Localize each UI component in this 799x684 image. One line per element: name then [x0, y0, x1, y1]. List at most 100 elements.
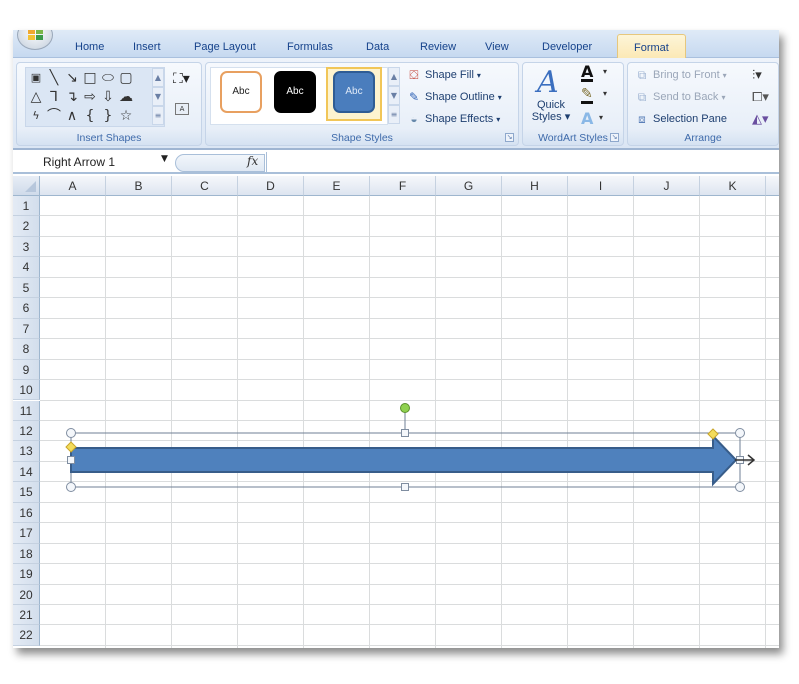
tab-format[interactable]: Format [617, 34, 686, 59]
shape-effects-button[interactable]: ◒ Shape Effects ▾ [406, 112, 500, 126]
tab-page-layout[interactable]: Page Layout [194, 41, 256, 53]
down-arrow-icon[interactable]: ⇩ [100, 89, 116, 105]
text-box-icon[interactable]: ▣ [28, 70, 44, 86]
styles-scroll-up[interactable]: ▲ [388, 67, 400, 86]
styles-more[interactable]: ≡ [388, 105, 400, 124]
triangle-icon[interactable]: △ [28, 89, 44, 105]
arc-icon[interactable]: ⌒ [46, 108, 62, 124]
text-fill-icon[interactable]: A [581, 64, 594, 82]
column-header-c[interactable]: C [172, 176, 238, 196]
rectangle-icon[interactable]: □ [82, 70, 98, 86]
row-header-14[interactable]: 14 [13, 461, 40, 483]
row-header-10[interactable]: 10 [13, 380, 40, 401]
align-icon[interactable]: ⫶▾ [752, 68, 762, 83]
shape-fill-button[interactable]: ⛋ Shape Fill ▾ [406, 68, 481, 82]
row-header-17[interactable]: 17 [13, 523, 40, 544]
row-header-22[interactable]: 22 [13, 625, 40, 646]
gallery-scroll-up[interactable]: ▲ [152, 68, 164, 87]
row-header-12[interactable]: 12 [13, 420, 40, 442]
name-box[interactable]: Right Arrow 1 [43, 155, 115, 169]
freeform-icon[interactable]: ϟ [28, 108, 44, 124]
column-header-h[interactable]: H [502, 176, 568, 196]
row-header-6[interactable]: 6 [13, 298, 40, 319]
row-header-7[interactable]: 7 [13, 318, 40, 340]
text-outline-icon[interactable]: ✎ [581, 87, 593, 104]
row-header-9[interactable]: 9 [13, 359, 40, 381]
row-header-13[interactable]: 13 [13, 441, 40, 462]
row-header-1[interactable]: 1 [13, 196, 40, 217]
column-header-d[interactable]: D [238, 176, 304, 196]
selection-pane-button[interactable]: ⧈ Selection Pane [634, 112, 727, 126]
column-header-g[interactable]: G [436, 176, 502, 196]
shape-outline-button[interactable]: ✎ Shape Outline ▾ [406, 90, 502, 104]
row-header-16[interactable]: 16 [13, 502, 40, 524]
style-swatch-blue[interactable]: Abc [333, 71, 375, 113]
star-icon[interactable]: ☆ [118, 108, 134, 124]
edit-points-icon[interactable]: ⛶▾ [173, 71, 190, 87]
left-brace-icon[interactable]: { [82, 108, 98, 124]
row-header-11[interactable]: 11 [13, 400, 40, 421]
tab-insert[interactable]: Insert [133, 41, 161, 53]
row-header-19[interactable]: 19 [13, 564, 40, 585]
group-icon[interactable]: ⧠▾ [752, 90, 769, 105]
column-header-f[interactable]: F [370, 176, 436, 196]
row-header-5[interactable]: 5 [13, 277, 40, 299]
row-header-2[interactable]: 2 [13, 216, 40, 237]
text-effects-dropdown[interactable]: ▾ [599, 113, 603, 122]
elbow-arrow-connector-icon[interactable]: ↴ [64, 89, 80, 105]
draw-text-box-icon[interactable]: A [175, 103, 189, 115]
wordart-styles-label: WordArt Styles [538, 132, 608, 144]
text-effects-icon[interactable]: A [581, 109, 593, 128]
row-header-20[interactable]: 20 [13, 584, 40, 605]
paint-bucket-icon: ⛋ [409, 68, 419, 82]
office-button[interactable] [17, 30, 53, 50]
line-icon[interactable]: ╲ [46, 70, 62, 86]
bring-to-front-button[interactable]: ⧉ Bring to Front ▾ [634, 68, 727, 82]
column-header-a[interactable]: A [40, 176, 106, 196]
row-header-21[interactable]: 21 [13, 605, 40, 626]
column-header-j[interactable]: J [634, 176, 700, 196]
tab-home[interactable]: Home [75, 41, 104, 53]
column-header-i[interactable]: I [568, 176, 634, 196]
tab-developer[interactable]: Developer [542, 41, 592, 53]
curve-icon[interactable]: ∧ [64, 108, 80, 124]
row-header-3[interactable]: 3 [13, 236, 40, 258]
gridline-horizontal [40, 215, 779, 217]
style-swatch-black[interactable]: Abc [274, 71, 316, 113]
arrow-line-icon[interactable]: ↘ [64, 70, 80, 86]
tab-review[interactable]: Review [420, 41, 456, 53]
send-to-back-button[interactable]: ⧉ Send to Back ▾ [634, 90, 726, 104]
gallery-scroll-down[interactable]: ▼ [152, 87, 164, 106]
rounded-rectangle-icon[interactable]: ▢ [118, 70, 134, 86]
right-brace-icon[interactable]: } [100, 108, 116, 124]
oval-icon[interactable]: ⬭ [100, 70, 116, 86]
column-header-b[interactable]: B [106, 176, 172, 196]
tab-view[interactable]: View [485, 41, 509, 53]
styles-scroll-down[interactable]: ▼ [388, 86, 400, 105]
cloud-callout-icon[interactable]: ☁ [118, 89, 134, 105]
name-box-dropdown-icon[interactable]: ▼ [161, 154, 168, 164]
gridline-vertical [699, 196, 700, 648]
quick-styles-button[interactable]: Quick Styles ▾ [531, 99, 571, 123]
row-header-15[interactable]: 15 [13, 482, 40, 503]
rotate-icon[interactable]: ◭▾ [752, 112, 769, 127]
tab-formulas[interactable]: Formulas [287, 41, 333, 53]
text-outline-dropdown[interactable]: ▾ [603, 89, 607, 98]
insert-function-button[interactable]: fx [247, 154, 258, 168]
select-all-button[interactable] [13, 176, 40, 196]
right-arrow-icon[interactable]: ⇨ [82, 89, 98, 105]
gallery-more[interactable]: ≡ [152, 106, 164, 125]
text-fill-dropdown[interactable]: ▾ [603, 67, 607, 76]
row-header-8[interactable]: 8 [13, 339, 40, 360]
style-swatch-outline[interactable]: Abc [220, 71, 262, 113]
column-header-k[interactable]: K [700, 176, 766, 196]
tab-data[interactable]: Data [366, 41, 389, 53]
column-header-e[interactable]: E [304, 176, 370, 196]
formula-input[interactable] [266, 152, 779, 172]
row-header-4[interactable]: 4 [13, 257, 40, 278]
worksheet-grid[interactable]: A B C D E F G H I J K 1 2 3 4 5 6 7 8 9 10 11 12 13 14 15 16 17 18 19… [13, 176, 779, 648]
column-header-partial[interactable] [766, 176, 779, 196]
elbow-connector-icon[interactable]: ⅂ [46, 89, 62, 105]
gridline-vertical [501, 196, 502, 648]
row-header-18[interactable]: 18 [13, 543, 40, 565]
